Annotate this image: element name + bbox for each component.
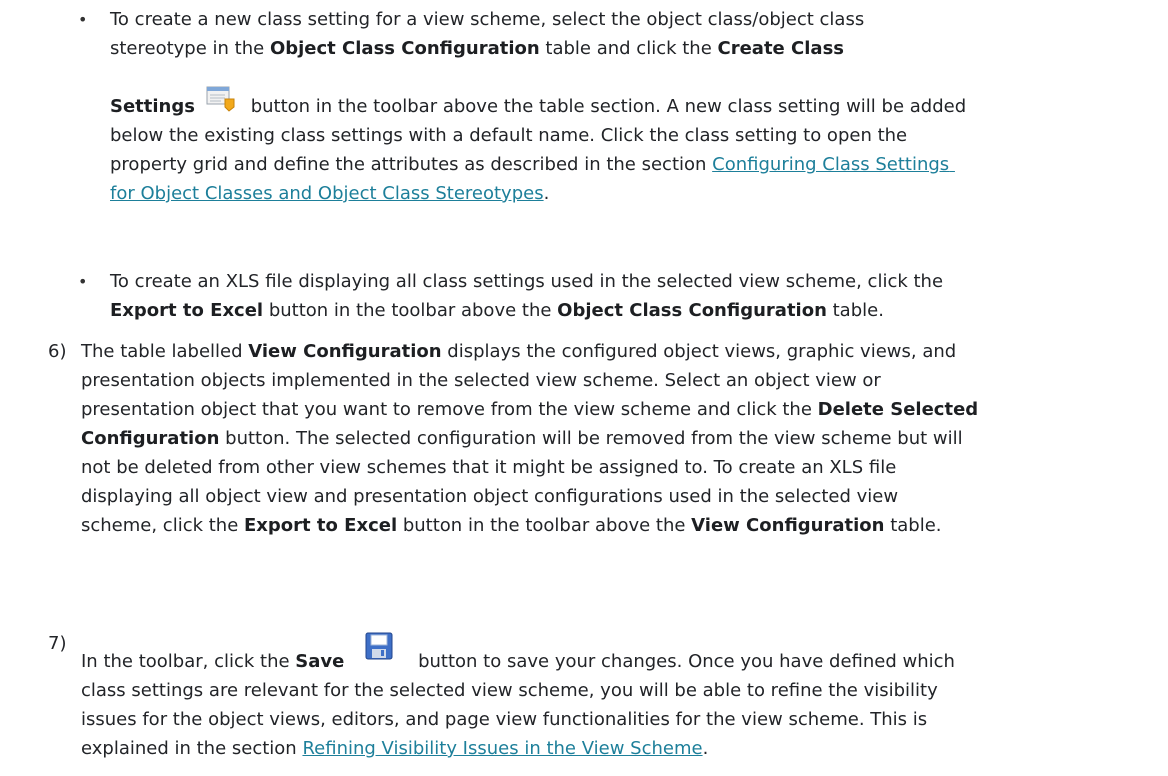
step-line: In the toolbar, click the Save button to… [81, 631, 1128, 675]
step-number: 7) [48, 633, 67, 654]
text: button in the toolbar above the table se… [244, 96, 967, 117]
bullet-line: property grid and define the attributes … [110, 152, 1128, 178]
text: explained in the section [81, 738, 303, 759]
bullet-marker: • [78, 272, 88, 291]
bullet-line: for Object Classes and Object Class Ster… [110, 181, 1128, 207]
step-6: 6) The table labelled View Configuration… [0, 339, 1168, 539]
save-icon [362, 631, 398, 665]
step-line: not be deleted from other view schemes t… [81, 455, 1128, 481]
text: not be deleted from other view schemes t… [81, 457, 897, 478]
text: . [543, 183, 550, 204]
text: table. [884, 515, 942, 536]
text: table and click the [539, 38, 718, 59]
step-line: scheme, click the Export to Excel button… [81, 513, 1128, 539]
ui-term: View Configuration [248, 341, 442, 362]
text: issues for the object views, editors, an… [81, 709, 928, 730]
text: In the toolbar, click the [81, 651, 296, 672]
ui-term: Export to Excel [244, 515, 398, 536]
bullet-line: below the existing class settings with a… [110, 123, 1128, 149]
link-underline-space[interactable] [949, 154, 955, 175]
text: button to save your changes. Once you ha… [412, 651, 955, 672]
text: button. The selected configuration will … [219, 428, 963, 449]
bullet-line: To create an XLS file displaying all cla… [110, 269, 1128, 295]
ui-term: Export to Excel [110, 300, 264, 321]
bullet-line: Settings button in the toolbar above the… [110, 82, 1128, 120]
link-object-classes-stereotypes[interactable]: for Object Classes and Object Class Ster… [110, 183, 544, 204]
text: button in the toolbar above the [263, 300, 558, 321]
text: The table labelled [81, 341, 249, 362]
text: scheme, click the [81, 515, 245, 536]
text: . [702, 738, 709, 759]
link-refining-visibility-issues[interactable]: Refining Visibility Issues in the View S… [302, 738, 702, 759]
step-line: displaying all object view and presentat… [81, 484, 1128, 510]
text: presentation object that you want to rem… [81, 399, 818, 420]
text: displays the configured object views, gr… [441, 341, 957, 362]
step-line: explained in the section Refining Visibi… [81, 736, 1128, 762]
step-line: The table labelled View Configuration di… [81, 339, 1128, 365]
step-line: class settings are relevant for the sele… [81, 678, 1128, 704]
ui-term: Configuration [81, 428, 220, 449]
text: table. [826, 300, 884, 321]
text: property grid and define the attributes … [110, 154, 713, 175]
bullet-item-export-to-excel: • To create an XLS file displaying all c… [0, 269, 1168, 324]
text: presentation objects implemented in the … [81, 370, 881, 391]
text: below the existing class settings with a… [110, 125, 908, 146]
text: class settings are relevant for the sele… [81, 680, 938, 701]
bullet-marker: • [78, 10, 88, 29]
step-number: 6) [48, 341, 67, 362]
ui-term: Settings [110, 96, 195, 117]
text: stereotype in the [110, 38, 270, 59]
text: To create a new class setting for a view… [110, 9, 865, 30]
text: button in the toolbar above the [397, 515, 692, 536]
ui-term: Save [295, 651, 345, 672]
ui-term: View Configuration [691, 515, 885, 536]
text: To create an XLS file displaying all cla… [110, 271, 944, 292]
ui-term: Object Class Configuration [269, 38, 540, 59]
step-line: presentation objects implemented in the … [81, 368, 1128, 394]
text: displaying all object view and presentat… [81, 486, 899, 507]
ui-term: Delete Selected [817, 399, 979, 420]
bullet-item-create-class-setting: • To create a new class setting for a vi… [0, 7, 1168, 207]
step-7: 7) In the toolbar, click the Save button… [0, 631, 1168, 762]
ui-term: Object Class Configuration [557, 300, 827, 321]
step-line: issues for the object views, editors, an… [81, 707, 1128, 733]
bullet-line: stereotype in the Object Class Configura… [110, 36, 1128, 62]
bullet-line: To create a new class setting for a view… [110, 7, 1128, 33]
step-line: presentation object that you want to rem… [81, 397, 1128, 423]
step-line: Configuration button. The selected confi… [81, 426, 1128, 452]
link-configuring-class-settings[interactable]: Configuring Class Settings [712, 154, 949, 175]
ui-term: Create Class [717, 38, 844, 59]
bullet-line: Export to Excel button in the toolbar ab… [110, 298, 1128, 324]
class-settings-icon [203, 82, 239, 116]
